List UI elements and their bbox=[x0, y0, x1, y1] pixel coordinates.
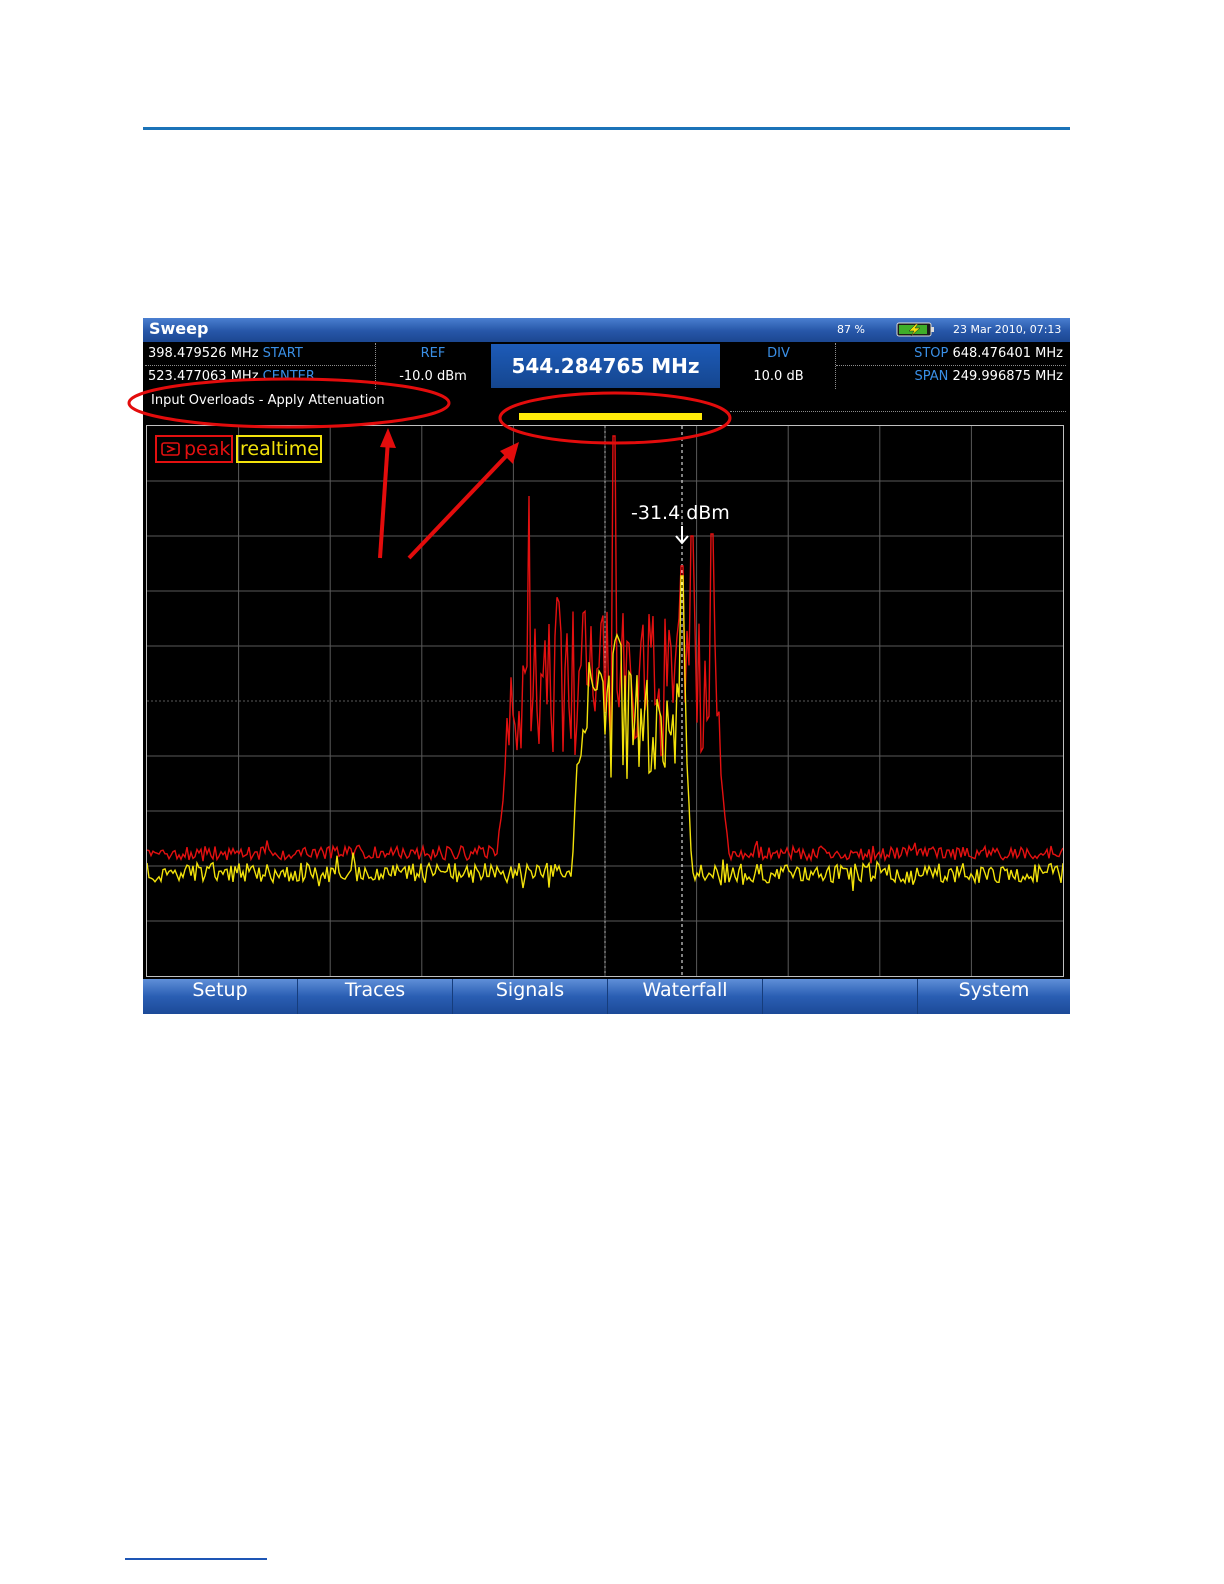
center-frequency-value: 523.477063 MHz bbox=[148, 369, 259, 384]
div-value: 10.0 dB bbox=[753, 369, 804, 384]
div-label: DIV bbox=[767, 346, 790, 361]
window-title: Sweep bbox=[149, 319, 209, 338]
overload-indicator-bar bbox=[519, 413, 702, 420]
title-bar: Sweep 87 % 23 Mar 2010, 07:13 bbox=[143, 318, 1070, 342]
stop-span-cell[interactable]: STOP 648.476401 MHz SPAN 249.996875 MHz bbox=[836, 343, 1066, 389]
ref-level-cell[interactable]: REF -10.0 dBm bbox=[376, 343, 490, 389]
span-label: SPAN bbox=[914, 369, 949, 384]
overload-message: Input Overloads - Apply Attenuation bbox=[151, 393, 385, 408]
legend-peak[interactable]: peak bbox=[155, 435, 233, 463]
document-header-rule bbox=[143, 127, 1070, 130]
start-label: START bbox=[262, 346, 303, 361]
legend-realtime-label: realtime bbox=[240, 438, 319, 460]
date-time: 23 Mar 2010, 07:13 bbox=[953, 323, 1062, 336]
center-frequency-display[interactable]: 544.284765 MHz bbox=[491, 344, 720, 388]
ref-label: REF bbox=[420, 346, 446, 361]
peak-trace-icon bbox=[161, 442, 180, 456]
spectrum-plot[interactable]: peak realtime -31.4 dBm bbox=[146, 425, 1064, 977]
legend-realtime[interactable]: realtime bbox=[236, 435, 322, 463]
legend-peak-label: peak bbox=[184, 438, 231, 460]
ref-value: -10.0 dBm bbox=[399, 369, 467, 384]
softkey-signals[interactable]: Signals bbox=[453, 979, 608, 1014]
span-value: 249.996875 MHz bbox=[952, 369, 1063, 384]
start-center-cell[interactable]: 398.479526 MHz START 523.477063 MHz CENT… bbox=[145, 343, 375, 389]
softkey-system[interactable]: System bbox=[918, 979, 1070, 1014]
analyzer-screen: Sweep 87 % 23 Mar 2010, 07:13 398.479526… bbox=[143, 318, 1070, 1014]
parameter-panel: 398.479526 MHz START 523.477063 MHz CENT… bbox=[145, 343, 1066, 389]
div-cell[interactable]: DIV 10.0 dB bbox=[722, 343, 835, 389]
battery-charging-icon bbox=[896, 322, 934, 337]
document-footnote-rule bbox=[125, 1558, 267, 1560]
start-frequency-value: 398.479526 MHz bbox=[148, 346, 259, 361]
softkey-bar: Setup Traces Signals Waterfall System bbox=[143, 979, 1070, 1014]
center-label: CENTER bbox=[262, 369, 315, 384]
spectrum-graph bbox=[147, 426, 1063, 976]
softkey-traces[interactable]: Traces bbox=[298, 979, 453, 1014]
stop-label: STOP bbox=[914, 346, 949, 361]
marker-readout: -31.4 dBm bbox=[631, 502, 730, 524]
status-row: Input Overloads - Apply Attenuation bbox=[145, 390, 1066, 412]
battery-percent: 87 % bbox=[837, 323, 865, 336]
softkey-empty[interactable] bbox=[763, 979, 918, 1014]
softkey-setup[interactable]: Setup bbox=[143, 979, 298, 1014]
stop-frequency-value: 648.476401 MHz bbox=[952, 346, 1063, 361]
softkey-waterfall[interactable]: Waterfall bbox=[608, 979, 763, 1014]
